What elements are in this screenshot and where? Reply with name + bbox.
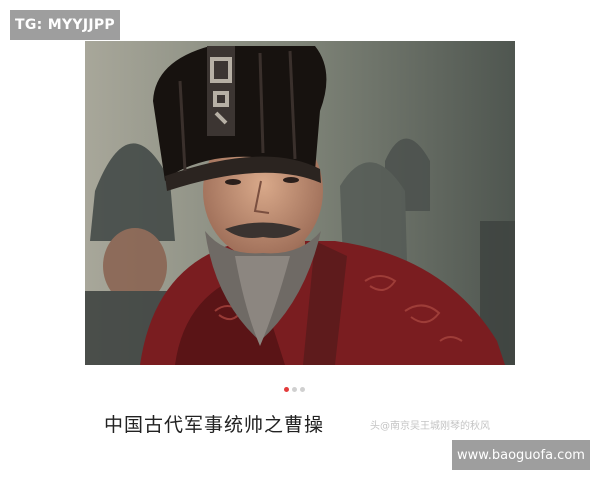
tg-watermark-label: TG: MYYJJPP bbox=[10, 10, 120, 40]
pagination-dot-3[interactable] bbox=[300, 387, 305, 392]
carousel-image[interactable] bbox=[85, 41, 515, 365]
site-watermark-label: www.baoguofa.com bbox=[452, 440, 590, 470]
source-watermark: 头@南京吴王城刚琴的秋风 bbox=[370, 421, 490, 432]
pagination-dot-2[interactable] bbox=[292, 387, 297, 392]
pagination-dot-1[interactable] bbox=[284, 387, 289, 392]
portrait-illustration bbox=[85, 41, 515, 365]
image-caption: 中国古代军事统帅之曹操 bbox=[104, 414, 325, 436]
carousel-pagination bbox=[284, 387, 305, 393]
